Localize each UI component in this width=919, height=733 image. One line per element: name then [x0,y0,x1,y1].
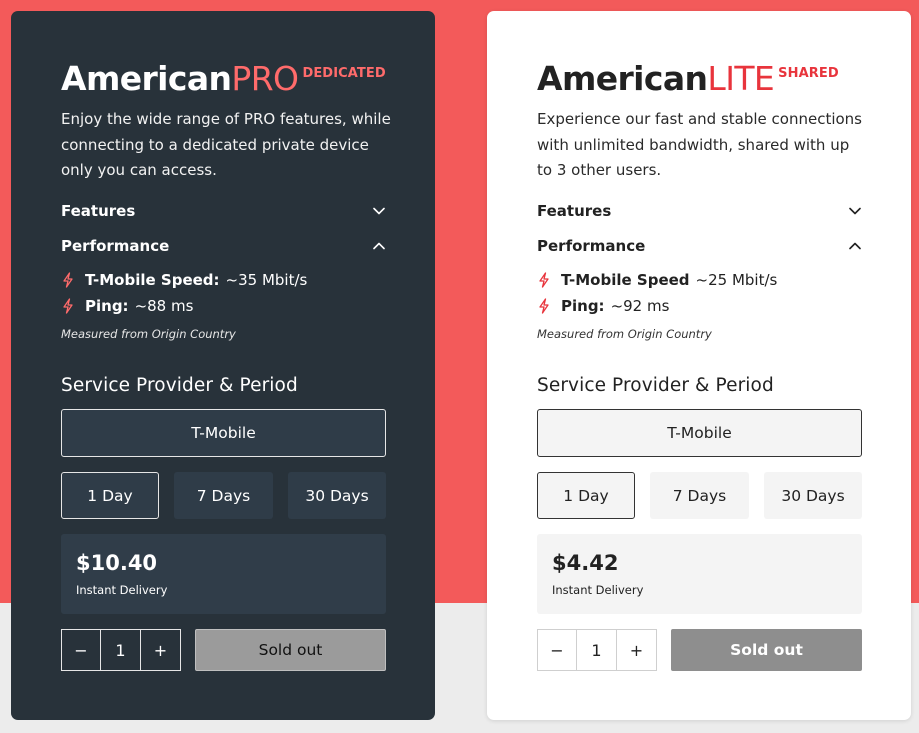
section-title: Service Provider & Period [537,375,774,396]
measured-note: Measured from Origin Country [61,327,236,341]
speed-stat: T-Mobile Speed: ~35 Mbit/s [61,271,307,289]
speed-key: T-Mobile Speed [561,271,690,289]
price-box: $10.40 Instant Delivery [61,534,386,614]
delivery-note: Instant Delivery [552,583,644,597]
features-accordion[interactable]: Features [61,201,386,221]
performance-accordion[interactable]: Performance [61,236,386,256]
increment-button[interactable]: + [141,629,181,671]
plan-kind: SHARED [778,66,839,81]
speed-stat: T-Mobile Speed ~25 Mbit/s [537,271,777,289]
ping-value: ~88 ms [134,297,194,315]
period-7-days-button[interactable]: 7 Days [174,472,273,519]
ping-stat: Ping: ~92 ms [537,297,669,315]
period-1-day-button[interactable]: 1 Day [537,472,635,519]
ping-value: ~92 ms [610,297,670,315]
plan-brand: American [61,59,232,98]
features-label: Features [537,202,612,220]
provider-button[interactable]: T-Mobile [537,409,862,457]
plan-kind: DEDICATED [302,66,386,81]
performance-label: Performance [537,237,646,255]
speed-key: T-Mobile Speed: [85,271,220,289]
chevron-up-icon[interactable] [848,239,862,253]
chevron-down-icon[interactable] [848,204,862,218]
plan-description: Enjoy the wide range of PRO features, wh… [61,110,391,179]
price-amount: $10.40 [76,551,158,575]
decrement-button[interactable]: − [61,629,101,671]
pro-plan-card: American PRO DEDICATED Enjoy the wide ra… [11,11,435,720]
speed-value: ~25 Mbit/s [695,271,778,289]
plan-tier: LITE [707,59,775,98]
plan-description: Experience our fast and stable connectio… [537,110,862,179]
plan-title: American LITE SHARED [537,61,839,97]
period-30-days-button[interactable]: 30 Days [764,472,862,519]
performance-label: Performance [61,237,170,255]
plan-title: American PRO DEDICATED [61,61,386,97]
period-7-days-button[interactable]: 7 Days [650,472,749,519]
ping-key: Ping: [85,297,129,315]
quantity-value[interactable]: 1 [101,629,141,671]
quantity-stepper: − 1 + [61,629,181,671]
lightning-icon [537,272,551,288]
period-1-day-button[interactable]: 1 Day [61,472,159,519]
chevron-down-icon[interactable] [372,204,386,218]
plan-tier: PRO [231,59,299,98]
delivery-note: Instant Delivery [76,583,168,597]
chevron-up-icon[interactable] [372,239,386,253]
measured-note: Measured from Origin Country [537,327,712,341]
quantity-stepper: − 1 + [537,629,657,671]
quantity-value[interactable]: 1 [577,629,617,671]
price-amount: $4.42 [552,551,619,575]
speed-value: ~35 Mbit/s [225,271,308,289]
lightning-icon [61,272,75,288]
decrement-button[interactable]: − [537,629,577,671]
lightning-icon [537,298,551,314]
ping-key: Ping: [561,297,605,315]
sold-out-button[interactable]: Sold out [671,629,862,671]
section-title: Service Provider & Period [61,375,298,396]
lite-plan-card: American LITE SHARED Experience our fast… [487,11,911,720]
sold-out-button[interactable]: Sold out [195,629,386,671]
plan-brand: American [537,59,708,98]
features-accordion[interactable]: Features [537,201,862,221]
provider-button[interactable]: T-Mobile [61,409,386,457]
ping-stat: Ping: ~88 ms [61,297,193,315]
lightning-icon [61,298,75,314]
price-box: $4.42 Instant Delivery [537,534,862,614]
increment-button[interactable]: + [617,629,657,671]
performance-accordion[interactable]: Performance [537,236,862,256]
features-label: Features [61,202,136,220]
period-30-days-button[interactable]: 30 Days [288,472,386,519]
